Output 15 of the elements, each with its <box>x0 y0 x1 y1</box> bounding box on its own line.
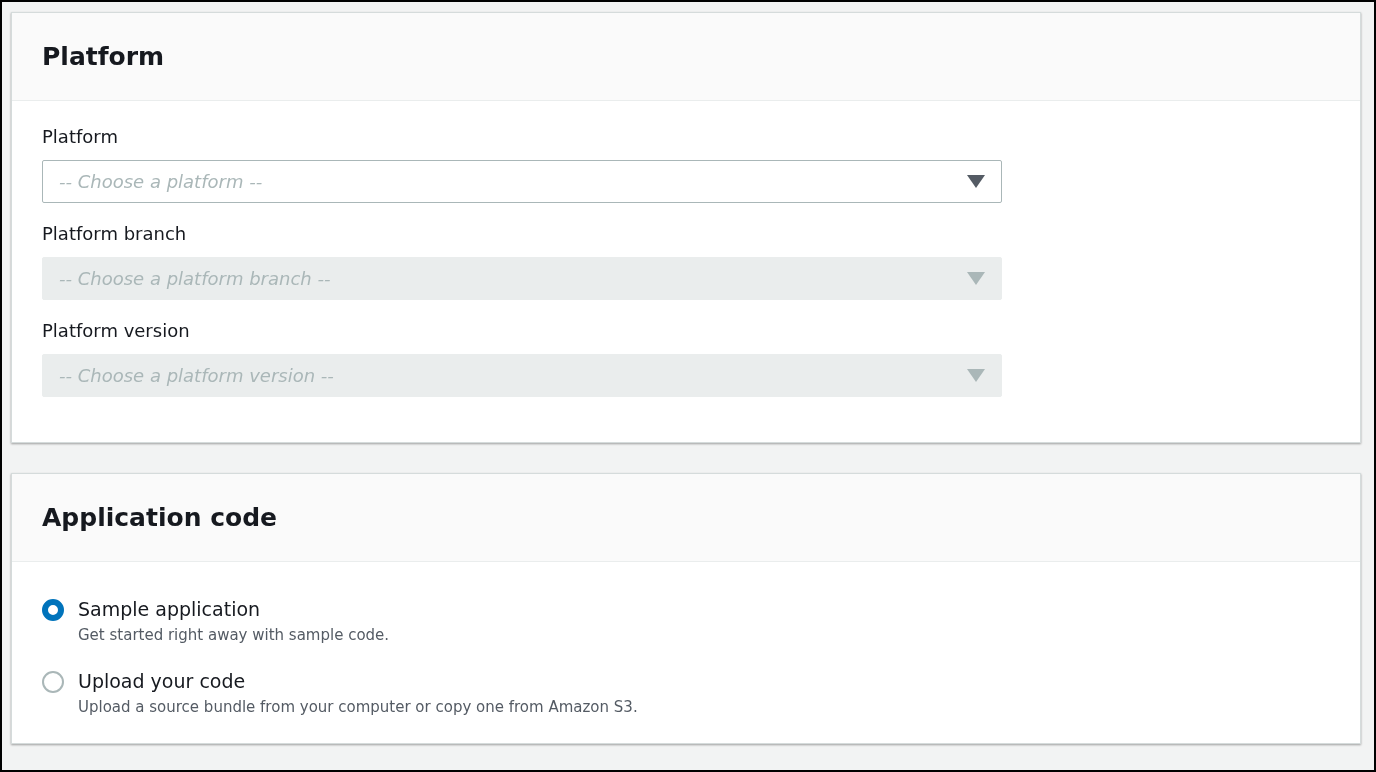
option-label: Sample application <box>78 597 262 622</box>
option-description: Upload a source bundle from your computer or copy one from Amazon S3. <box>78 697 638 718</box>
option-description: Get started right away with sample code. <box>78 625 390 646</box>
radio-button[interactable] <box>42 599 64 621</box>
caret-icon <box>967 369 985 382</box>
caret-icon <box>967 175 985 188</box>
caret-icon <box>967 272 985 285</box>
panel-title: Platform <box>42 40 165 73</box>
select-field[interactable]: -- Choose a platform -- <box>42 160 1002 203</box>
field-label: Platform branch <box>42 222 188 246</box>
panel-title: Application code <box>42 501 277 534</box>
option-label: Upload your code <box>78 669 247 694</box>
field-label: Platform version <box>42 319 191 343</box>
field-label: Platform <box>42 125 119 149</box>
radio-button[interactable] <box>42 671 64 693</box>
